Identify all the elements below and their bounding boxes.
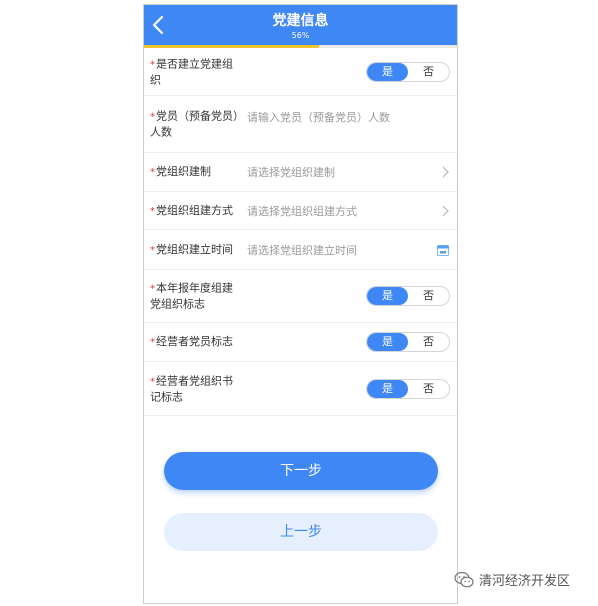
org-date-picker[interactable]: 请选择党组织建立时间 xyxy=(247,242,357,258)
row-annual-org-flag: *本年报年度组建党组织标志 是 否 xyxy=(144,270,457,323)
toggle-no[interactable]: 否 xyxy=(408,380,449,398)
chevron-right-icon xyxy=(442,205,449,216)
yes-no-toggle[interactable]: 是 否 xyxy=(366,61,450,82)
toggle-yes[interactable]: 是 xyxy=(367,62,408,81)
header-bar: 党建信息 56% xyxy=(144,5,457,45)
yes-no-toggle[interactable]: 是 否 xyxy=(366,332,450,352)
party-info-form: *是否建立党建组织 是 否 *党员（预备党员）人数 请输入党员（预备党员）人数 … xyxy=(144,48,457,416)
page-title: 党建信息 xyxy=(272,13,329,29)
row-party-org-date[interactable]: *党组织建立时间 请选择党组织建立时间 xyxy=(144,230,457,270)
yes-no-toggle[interactable]: 是 否 xyxy=(366,378,450,399)
toggle-yes[interactable]: 是 xyxy=(367,287,408,305)
row-party-org-system[interactable]: *党组织建制 请选择党组织建制 xyxy=(144,153,457,192)
row-operator-secretary-flag: *经营者党组织书记标志 是 否 xyxy=(144,362,457,416)
yes-no-toggle[interactable]: 是 否 xyxy=(366,286,450,306)
field-label: *党组织建立时间 xyxy=(150,242,233,256)
field-label: *党组织建制 xyxy=(150,165,211,178)
toggle-yes[interactable]: 是 xyxy=(367,333,408,351)
wechat-icon xyxy=(454,571,474,587)
chevron-right-icon xyxy=(442,166,449,178)
row-party-org-formation[interactable]: *党组织组建方式 请选择党组织组建方式 xyxy=(144,192,457,230)
toggle-no[interactable]: 否 xyxy=(408,287,449,305)
progress-percent: 56% xyxy=(291,31,310,40)
phone-frame: 党建信息 56% *是否建立党建组织 是 否 *党员（预备党员）人数 请输入党员… xyxy=(143,4,458,604)
field-label: *经营者党组织书记标志 xyxy=(150,374,233,403)
next-step-button[interactable]: 下一步 xyxy=(164,452,438,490)
field-label: *经营者党员标志 xyxy=(150,335,233,348)
watermark-text: 清河经济开发区 xyxy=(479,574,571,589)
previous-step-button[interactable]: 上一步 xyxy=(164,513,438,551)
field-label: *本年报年度组建党组织标志 xyxy=(150,281,233,311)
toggle-no[interactable]: 否 xyxy=(408,63,449,81)
row-party-org-established: *是否建立党建组织 是 否 xyxy=(144,48,457,96)
org-system-select[interactable]: 请选择党组织建制 xyxy=(247,164,335,180)
row-operator-member-flag: *经营者党员标志 是 否 xyxy=(144,323,457,362)
field-label: *党员（预备党员）人数 xyxy=(150,109,239,139)
watermark: 清河经济开发区 xyxy=(454,570,570,589)
field-label: *是否建立党建组织 xyxy=(150,57,233,86)
member-count-input[interactable]: 请输入党员（预备党员）人数 xyxy=(247,109,390,125)
toggle-no[interactable]: 否 xyxy=(408,333,449,351)
toggle-yes[interactable]: 是 xyxy=(367,379,408,398)
org-formation-select[interactable]: 请选择党组织组建方式 xyxy=(247,203,357,219)
row-party-member-count: *党员（预备党员）人数 请输入党员（预备党员）人数 xyxy=(144,96,457,153)
calendar-icon[interactable] xyxy=(437,244,449,256)
field-label: *党组织组建方式 xyxy=(150,203,233,217)
